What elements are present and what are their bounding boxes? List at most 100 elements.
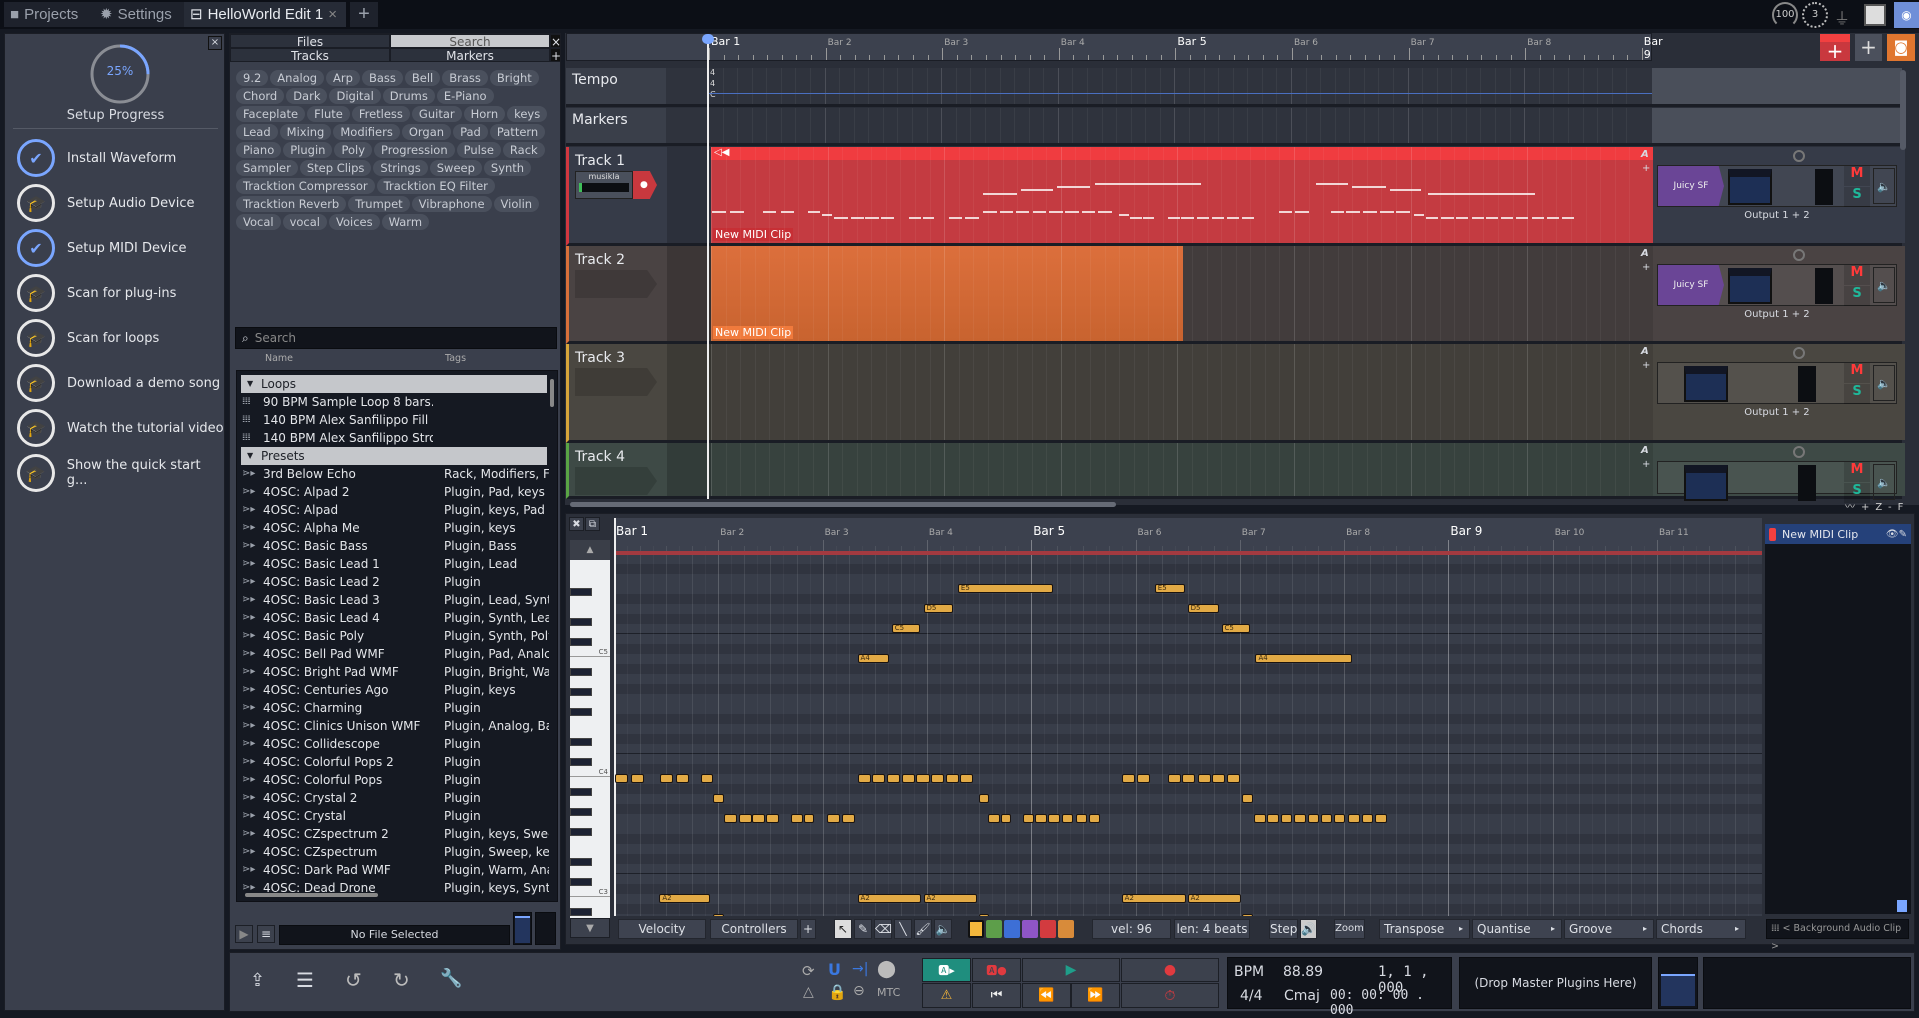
- close-editor-button[interactable]: ✖: [569, 517, 584, 531]
- tag-chip[interactable]: Brass: [442, 70, 488, 86]
- setup-item[interactable]: 🎓 Watch the tutorial video: [17, 408, 224, 448]
- audition-tool-icon[interactable]: 🔈: [934, 919, 952, 939]
- redo-icon[interactable]: ↻: [393, 968, 410, 992]
- loop-range-bar[interactable]: [614, 551, 1762, 555]
- setup-item[interactable]: ✔ Install Waveform: [17, 138, 176, 178]
- midi-icon[interactable]: ⬤: [877, 959, 896, 979]
- list-item[interactable]: ⋗▸ 4OSC: Crystal Plugin: [237, 807, 549, 825]
- tag-chip[interactable]: Horn: [463, 106, 506, 122]
- tag-chip[interactable]: Arp: [326, 70, 360, 86]
- menu-icon[interactable]: ☰: [296, 968, 314, 992]
- tag-chip[interactable]: Pulse: [456, 142, 501, 158]
- midi-note[interactable]: [960, 774, 974, 783]
- midi-note[interactable]: [872, 774, 886, 783]
- midi-note[interactable]: [700, 774, 713, 783]
- midi-note[interactable]: [631, 774, 645, 783]
- volume-fader[interactable]: [1728, 169, 1772, 205]
- midi-note[interactable]: [988, 814, 1001, 823]
- tag-chip[interactable]: E-Piano: [436, 88, 494, 104]
- tag-chip[interactable]: Dark: [286, 88, 328, 104]
- velocity-button[interactable]: Velocity: [618, 919, 706, 939]
- line-tool-icon[interactable]: ╲: [894, 919, 912, 939]
- speaker-icon[interactable]: 🔈: [1873, 267, 1895, 303]
- midi-note[interactable]: D5: [923, 604, 954, 613]
- auto-play-button[interactable]: 🅰▸: [922, 958, 971, 982]
- midi-note[interactable]: [1267, 814, 1280, 823]
- black-key[interactable]: [570, 708, 592, 716]
- lock-icon[interactable]: [1897, 900, 1907, 912]
- black-key[interactable]: [570, 828, 592, 836]
- auto-record-button[interactable]: 🅰●: [972, 958, 1021, 982]
- black-key[interactable]: [570, 638, 592, 646]
- list-item[interactable]: ⋗▸ 4OSC: CZspectrum Plugin, Sweep, key: [237, 843, 549, 861]
- track-output[interactable]: Output 1 + 2: [1657, 309, 1897, 320]
- search-input[interactable]: ⌕ Search: [235, 327, 557, 349]
- midi-note[interactable]: [1242, 914, 1253, 916]
- midi-note[interactable]: [979, 914, 990, 916]
- midi-note[interactable]: [826, 814, 840, 823]
- expand-arrow-icon[interactable]: ▼: [247, 375, 253, 393]
- column-name[interactable]: Name: [265, 353, 293, 364]
- add-lane-button[interactable]: +: [800, 919, 816, 939]
- tag-chip[interactable]: Piano: [236, 142, 282, 158]
- transpose-menu[interactable]: Transpose ▸: [1379, 919, 1470, 939]
- setup-item[interactable]: 🎓 Scan for loops: [17, 318, 159, 358]
- note-color-swatch[interactable]: [1022, 920, 1038, 938]
- vertical-scrollbar[interactable]: [550, 379, 554, 407]
- midi-note[interactable]: [676, 774, 690, 783]
- rewind-button[interactable]: ⏪: [1022, 983, 1071, 1008]
- playhead-handle[interactable]: [702, 34, 714, 44]
- tag-chip[interactable]: Warm: [381, 214, 430, 230]
- black-key[interactable]: [570, 738, 592, 746]
- tag-chip[interactable]: Organ: [401, 124, 452, 140]
- list-item[interactable]: ⋗▸ 4OSC: Clinics Unison WMF Plugin, Analog…: [237, 717, 549, 735]
- list-item[interactable]: ⋗▸ 4OSC: Collidescope Plugin: [237, 735, 549, 753]
- key-signature[interactable]: Cmaj: [1284, 988, 1320, 1004]
- record-arm-button[interactable]: ●: [633, 171, 657, 199]
- plugin-juicy-sf[interactable]: Juicy SF Wrapper: [1658, 166, 1724, 206]
- record-timer-icon[interactable]: ⏱: [1121, 983, 1219, 1008]
- tab-helloworld-edit[interactable]: ⊟ HelloWorld Edit 1 ×: [184, 2, 346, 27]
- automation-button[interactable]: A: [1641, 346, 1649, 357]
- playhead[interactable]: [707, 34, 709, 499]
- length-value[interactable]: len: 4 beats: [1174, 919, 1250, 939]
- list-view-button[interactable]: ≡: [257, 925, 275, 943]
- track-output[interactable]: Output 1 + 2: [1657, 407, 1897, 418]
- list-item[interactable]: ⋗▸ 4OSC: Basic Lead 4 Plugin, Synth, Lea: [237, 609, 549, 627]
- tag-chip[interactable]: Bell: [404, 70, 441, 86]
- automation-button[interactable]: A: [1641, 445, 1649, 456]
- midi-note[interactable]: [1375, 814, 1388, 823]
- midi-note[interactable]: [1022, 814, 1035, 823]
- new-tab-button[interactable]: +: [350, 2, 378, 27]
- setup-item[interactable]: 🎓 Scan for plug-ins: [17, 273, 176, 313]
- tab-settings[interactable]: ✹ Settings: [94, 2, 182, 27]
- list-item[interactable]: 𝍖 90 BPM Sample Loop 8 bars....: [237, 393, 549, 411]
- add-plugin-icon[interactable]: +: [1642, 163, 1650, 174]
- arrange-zoom-controls[interactable]: 〰+Z-F: [1845, 498, 1909, 513]
- solo-button[interactable]: S: [1844, 384, 1870, 404]
- track-name[interactable]: Track 2: [575, 252, 625, 268]
- speaker-icon[interactable]: 🔈: [1873, 464, 1895, 500]
- warning-icon[interactable]: ⚠: [922, 983, 971, 1008]
- list-item[interactable]: ⋗▸ 4OSC: Basic Poly Plugin, Synth, Poly: [237, 627, 549, 645]
- tag-chip[interactable]: Mixing: [279, 124, 332, 140]
- background-audio-clip[interactable]: 𝍖 < Background Audio Clip >: [1766, 919, 1909, 952]
- solo-button[interactable]: S: [1844, 187, 1870, 207]
- tag-chip[interactable]: Analog: [270, 70, 325, 86]
- view-icon[interactable]: ◉: [1894, 2, 1919, 28]
- midi-note[interactable]: [1280, 814, 1293, 823]
- midi-note[interactable]: [1136, 774, 1150, 783]
- add-button[interactable]: +: [1855, 34, 1882, 61]
- midi-note[interactable]: [1348, 814, 1360, 823]
- metronome-icon[interactable]: △: [803, 984, 814, 1000]
- tag-chip[interactable]: keys: [507, 106, 548, 122]
- volume-fader[interactable]: [1684, 366, 1728, 402]
- tag-chip[interactable]: Flute: [307, 106, 350, 122]
- preview-play-button[interactable]: ▶: [235, 925, 253, 943]
- column-tags[interactable]: Tags: [445, 353, 466, 364]
- midi-note[interactable]: [1048, 814, 1061, 823]
- list-item[interactable]: ⋗▸ 4OSC: Crystal 2 Plugin: [237, 789, 549, 807]
- list-item[interactable]: ⋗▸ 4OSC: Colorful Pops Plugin: [237, 771, 549, 789]
- tag-chip[interactable]: Faceplate: [236, 106, 306, 122]
- zoom-button[interactable]: Zoom: [1334, 919, 1365, 939]
